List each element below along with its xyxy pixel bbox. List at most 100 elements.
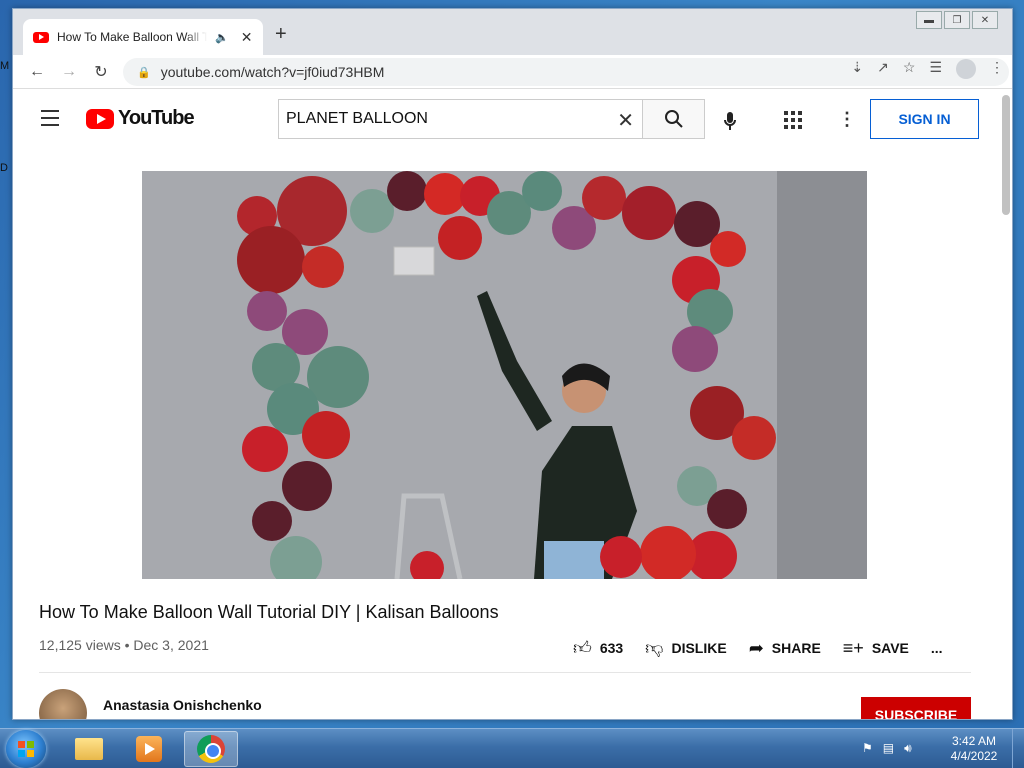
- balloon: [252, 501, 292, 541]
- playlist-add-icon: ≡+: [842, 637, 864, 658]
- url-text[interactable]: youtube.com/watch?v=jf0iud73HBM: [161, 64, 385, 80]
- install-app-icon[interactable]: ⇣: [851, 59, 863, 79]
- youtube-play-logo-icon: [86, 108, 114, 129]
- more-actions-button[interactable]: ...: [931, 640, 943, 656]
- toolbar-actions: ⇣ ↗ ☆ ☰ ⋮: [851, 59, 1004, 79]
- new-tab-button[interactable]: +: [275, 23, 287, 46]
- subscribe-button[interactable]: SUBSCRIBE: [861, 697, 971, 719]
- video-actions: 👍︎ 633 👎︎ DISLIKE ➦ SHARE ≡+ SAVE ...: [573, 637, 943, 659]
- youtube-favicon-icon: [33, 31, 49, 43]
- balloon: [387, 171, 427, 211]
- share-icon[interactable]: ↗: [877, 59, 889, 79]
- folder-icon: [75, 738, 103, 760]
- view-count-date: 12,125 views • Dec 3, 2021: [39, 637, 209, 653]
- thumbs-down-icon: 👎︎: [645, 638, 664, 658]
- hamburger-menu-icon[interactable]: [41, 110, 59, 131]
- browser-toolbar: ← → ↻ 🔒 youtube.com/watch?v=jf0iud73HBM …: [13, 55, 1012, 89]
- balloon: [640, 526, 696, 579]
- search-box[interactable]: ✕: [278, 99, 642, 139]
- windows-taskbar: ⚑ ▤ 🔊︎ 3:42 AM 4/4/2022: [0, 728, 1024, 768]
- share-label: SHARE: [771, 640, 821, 656]
- balloon: [302, 246, 344, 288]
- reload-icon[interactable]: ↻: [85, 62, 117, 82]
- search-icon: [664, 110, 683, 128]
- clock-date: 4/4/2022: [950, 749, 998, 763]
- balloon: [522, 171, 562, 211]
- close-window-button[interactable]: ✕: [972, 11, 998, 29]
- minimize-button[interactable]: ▬: [916, 11, 942, 29]
- video-title: How To Make Balloon Wall Tutorial DIY | …: [39, 602, 499, 622]
- page-scrollbar[interactable]: [1002, 95, 1010, 215]
- balloon: [302, 411, 350, 459]
- like-count: 633: [599, 640, 624, 656]
- balloon: [600, 536, 642, 578]
- youtube-logo-text: YouTube: [118, 107, 195, 129]
- video-player[interactable]: [142, 171, 867, 579]
- channel-name[interactable]: Anastasia Onishchenko: [103, 697, 262, 713]
- volume-icon[interactable]: 🔊︎: [904, 741, 912, 756]
- network-icon[interactable]: ▤: [883, 741, 894, 756]
- channel-avatar[interactable]: [39, 689, 87, 719]
- share-button[interactable]: ➦ SHARE: [749, 638, 821, 659]
- balloon: [622, 186, 676, 240]
- profile-avatar-icon[interactable]: [956, 59, 976, 79]
- divider: [39, 672, 971, 673]
- balloon: [242, 426, 288, 472]
- thumbs-up-icon: 👍︎: [573, 638, 592, 658]
- chrome-window: How To Make Balloon Wall Tutorial DIY | …: [12, 8, 1013, 720]
- clock-time: 3:42 AM: [951, 734, 997, 748]
- save-button[interactable]: ≡+ SAVE: [843, 638, 909, 659]
- action-center-flag-icon[interactable]: ⚑: [862, 741, 873, 756]
- media-player-icon: [136, 736, 162, 762]
- balloon: [247, 291, 287, 331]
- share-arrow-icon: ➦: [748, 637, 764, 658]
- search-button[interactable]: [642, 99, 705, 139]
- lock-icon[interactable]: 🔒: [137, 66, 151, 79]
- media-control-icon[interactable]: ☰: [929, 59, 942, 79]
- back-arrow-icon[interactable]: ←: [21, 63, 53, 81]
- dislike-label: DISLIKE: [671, 640, 727, 656]
- chrome-icon: [197, 735, 225, 763]
- balloon: [237, 226, 305, 294]
- balloon: [707, 489, 747, 529]
- balloon: [410, 551, 444, 579]
- balloon: [672, 326, 718, 372]
- balloon: [438, 216, 482, 260]
- show-desktop-button[interactable]: [1012, 729, 1024, 768]
- system-tray: ⚑ ▤ 🔊︎: [862, 741, 912, 756]
- tab-strip: How To Make Balloon Wall Tutorial DIY | …: [13, 9, 1012, 55]
- audio-playing-icon[interactable]: 🔈: [215, 31, 229, 44]
- window-controls: ▬ ❐ ✕: [914, 11, 998, 29]
- youtube-header: YouTube ✕ ⋮ SIGN IN: [13, 91, 1012, 147]
- balloon: [732, 416, 776, 460]
- youtube-apps-grid-icon[interactable]: [784, 111, 802, 129]
- taskbar-explorer[interactable]: [62, 731, 116, 767]
- youtube-logo[interactable]: YouTube: [86, 107, 195, 130]
- taskbar-chrome[interactable]: [184, 731, 238, 767]
- balloon: [270, 536, 322, 579]
- clock[interactable]: 3:42 AM 4/4/2022: [944, 734, 1004, 764]
- balloon: [282, 461, 332, 511]
- like-button[interactable]: 👍︎ 633: [573, 637, 623, 659]
- taskbar-media-player[interactable]: [122, 731, 176, 767]
- balloon: [582, 176, 626, 220]
- sign-in-label: SIGN IN: [898, 111, 951, 127]
- balloon: [710, 231, 746, 267]
- sign-in-button[interactable]: SIGN IN: [870, 99, 979, 139]
- tab-title: How To Make Balloon Wall Tutorial DIY | …: [57, 30, 207, 44]
- microphone-icon[interactable]: [723, 111, 737, 136]
- forward-arrow-icon[interactable]: →: [53, 63, 85, 81]
- start-button[interactable]: [6, 730, 46, 768]
- dislike-button[interactable]: 👎︎ DISLIKE: [645, 637, 727, 659]
- clear-search-icon[interactable]: ✕: [617, 108, 634, 133]
- close-tab-icon[interactable]: ✕: [241, 29, 253, 46]
- more-actions-icon: ...: [930, 640, 943, 656]
- search-input[interactable]: [286, 110, 606, 128]
- browser-tab[interactable]: How To Make Balloon Wall Tutorial DIY | …: [23, 19, 263, 55]
- windows-logo-icon: [18, 741, 34, 757]
- settings-more-icon[interactable]: ⋮: [838, 109, 856, 130]
- bookmark-star-icon[interactable]: ☆: [903, 59, 916, 79]
- chrome-menu-icon[interactable]: ⋮: [990, 59, 1004, 79]
- save-label: SAVE: [871, 640, 909, 656]
- restore-button[interactable]: ❐: [944, 11, 970, 29]
